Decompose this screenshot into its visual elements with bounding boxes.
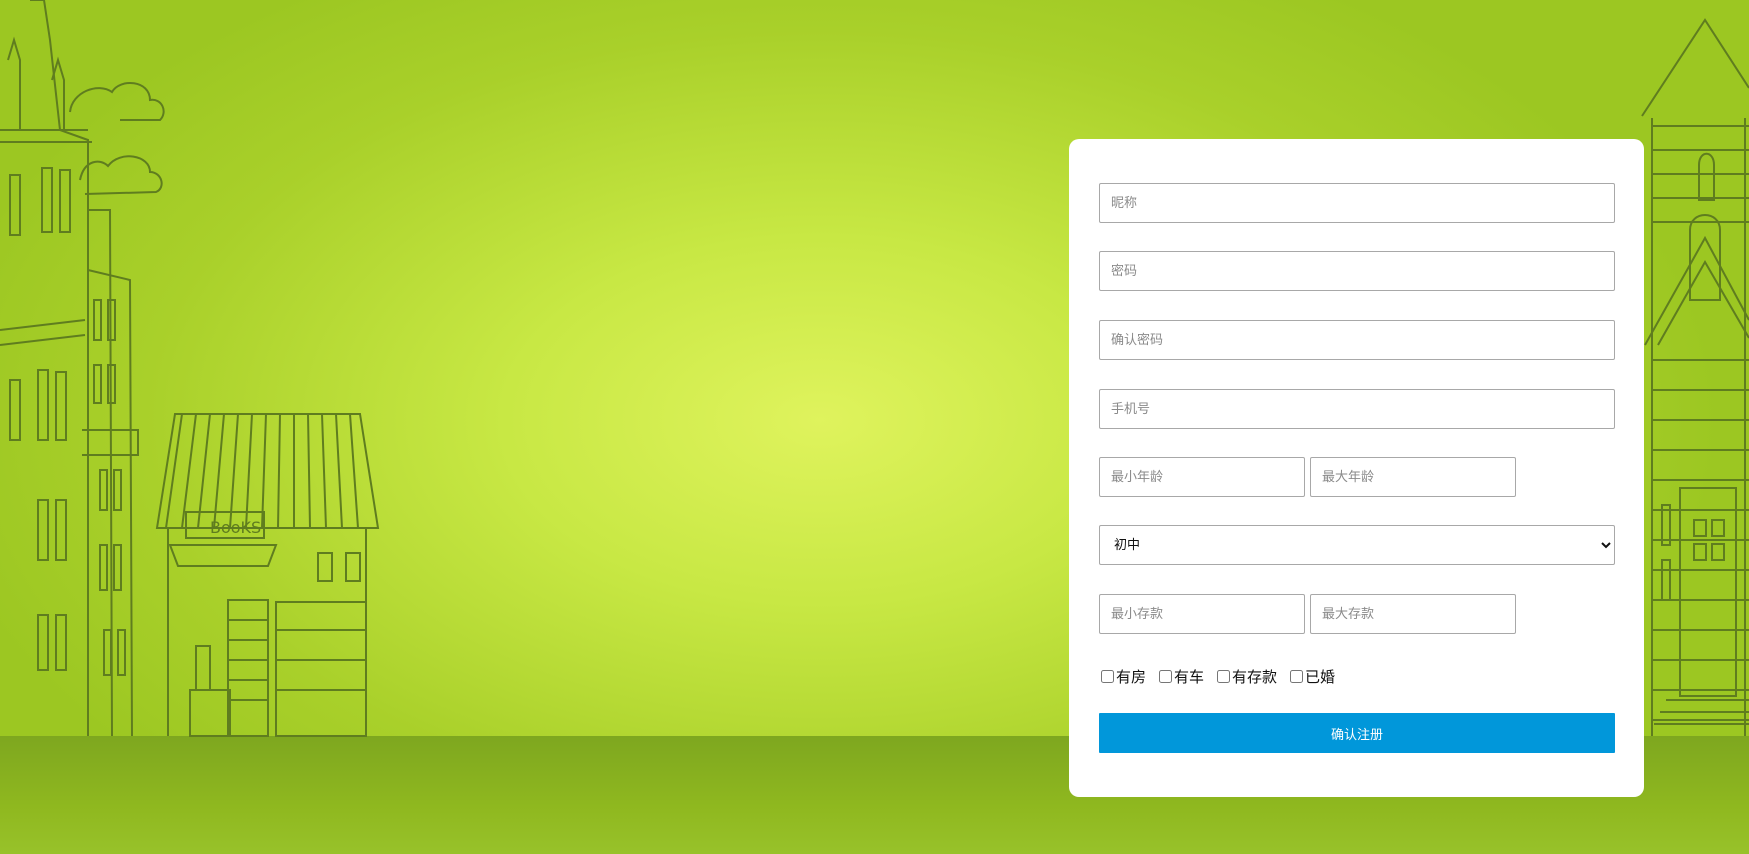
password-input[interactable] [1099, 251, 1615, 291]
has-savings-checkbox[interactable] [1217, 669, 1231, 683]
bookstore-illustration [155, 413, 380, 737]
nickname-input[interactable] [1099, 183, 1615, 223]
has-house-option[interactable]: 有房 [1101, 666, 1146, 687]
has-savings-label: 有存款 [1232, 667, 1278, 686]
phone-input[interactable] [1099, 389, 1615, 429]
education-select[interactable]: 初中 [1099, 525, 1615, 565]
has-car-label: 有车 [1174, 667, 1205, 686]
has-car-checkbox[interactable] [1159, 669, 1173, 683]
book-sign: BooKS [210, 518, 261, 537]
church-tower-illustration [0, 0, 139, 737]
has-house-checkbox[interactable] [1101, 669, 1114, 683]
max-savings-input[interactable] [1310, 594, 1516, 634]
has-house-label: 有房 [1116, 667, 1147, 686]
has-car-option[interactable]: 有车 [1159, 666, 1204, 687]
confirm-register-button[interactable]: 确认注册 [1099, 713, 1615, 753]
married-option[interactable]: 已婚 [1290, 666, 1335, 687]
registration-form: 初中 有房 有车 有存款 已婚 确认注册 [1069, 139, 1644, 797]
married-checkbox[interactable] [1290, 669, 1304, 683]
min-age-input[interactable] [1099, 457, 1305, 497]
has-savings-option[interactable]: 有存款 [1217, 666, 1277, 687]
max-age-input[interactable] [1310, 457, 1516, 497]
min-savings-input[interactable] [1099, 594, 1305, 634]
confirm-password-input[interactable] [1099, 320, 1615, 360]
house-illustration [1641, 18, 1749, 736]
options-checkbox-group: 有房 有车 有存款 已婚 [1101, 664, 1348, 688]
married-label: 已婚 [1305, 667, 1336, 686]
